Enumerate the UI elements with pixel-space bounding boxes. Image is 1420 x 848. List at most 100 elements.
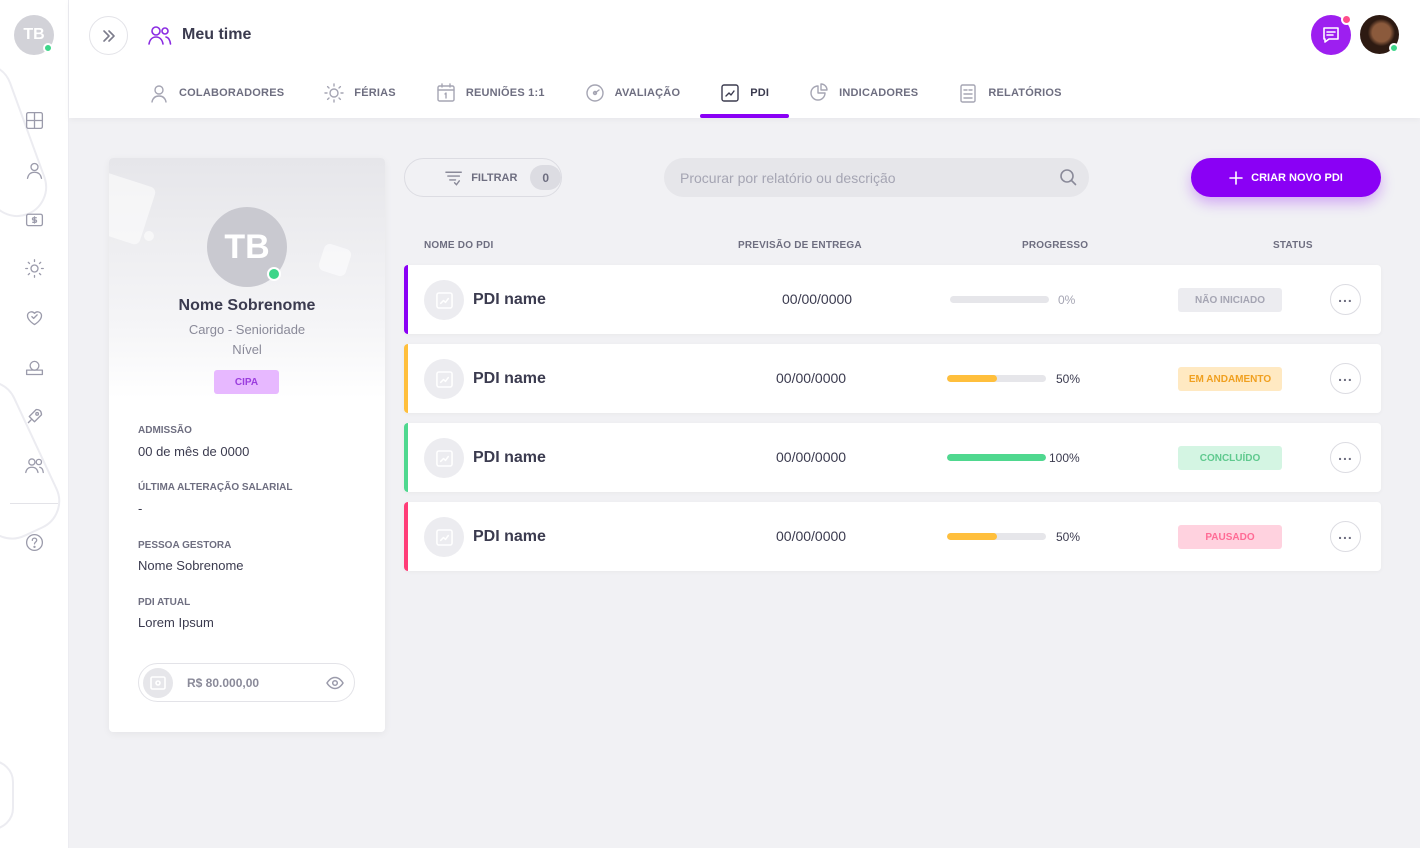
chat-icon bbox=[1323, 27, 1339, 43]
pdi-name: PDI name bbox=[473, 528, 546, 545]
tab-relatorios[interactable]: RELATÓRIOS bbox=[938, 72, 1081, 114]
current-pdi-value: Lorem Ipsum bbox=[138, 615, 214, 630]
wallet-icon[interactable] bbox=[22, 355, 46, 379]
tab-label: REUNIÕES 1:1 bbox=[465, 87, 545, 99]
row-accent-bar bbox=[404, 344, 408, 413]
tab-label: PDI bbox=[750, 87, 770, 99]
dashboard-icon[interactable] bbox=[22, 108, 46, 132]
rail-avatar-initials: TB bbox=[23, 26, 45, 43]
rocket-icon[interactable] bbox=[22, 404, 46, 428]
page-title-area: Meu time bbox=[148, 24, 251, 46]
column-header-name: NOME DO PDI bbox=[424, 240, 494, 251]
search-input[interactable] bbox=[664, 158, 1089, 197]
chart-icon bbox=[424, 280, 464, 320]
create-pdi-label: CRIAR NOVO PDI bbox=[1251, 171, 1343, 184]
team-icon[interactable] bbox=[22, 453, 46, 477]
profile-name: Nome Sobrenome bbox=[178, 297, 316, 314]
progress-bar bbox=[947, 454, 1046, 461]
chart-icon bbox=[721, 84, 739, 102]
sun-icon bbox=[324, 83, 344, 103]
team-icon bbox=[148, 26, 172, 45]
online-status-dot bbox=[1389, 43, 1399, 53]
progress-fill bbox=[947, 454, 1046, 461]
progress-bar bbox=[950, 296, 1049, 303]
tab-avaliacao[interactable]: AVALIAÇÃO bbox=[565, 72, 701, 114]
chart-icon bbox=[424, 438, 464, 478]
more-options-button[interactable]: ... bbox=[1330, 521, 1361, 552]
decoration bbox=[142, 229, 156, 243]
report-icon bbox=[960, 84, 977, 103]
cipa-badge: CIPA bbox=[214, 370, 279, 394]
salary-value: R$ 80.000,00 bbox=[187, 675, 260, 690]
plus-icon bbox=[1229, 170, 1243, 185]
profile-role: Cargo - Senioridade bbox=[188, 322, 306, 337]
money-icon bbox=[143, 667, 173, 698]
tab-pdi[interactable]: PDI bbox=[700, 72, 790, 118]
progress-percent: 100% bbox=[1049, 451, 1080, 465]
filter-button[interactable]: FILTRAR 0 bbox=[404, 158, 562, 197]
rail-decoration bbox=[0, 760, 14, 830]
tab-label: FÉRIAS bbox=[354, 87, 396, 99]
top-header: Meu time COLABORADORES FÉRIAS REUNIÕES 1… bbox=[69, 0, 1420, 118]
money-icon[interactable] bbox=[22, 207, 46, 231]
row-accent-bar bbox=[404, 502, 408, 571]
create-pdi-button[interactable]: CRIAR NOVO PDI bbox=[1191, 158, 1381, 197]
column-header-status: STATUS bbox=[1273, 240, 1313, 251]
delivery-date: 00/00/0000 bbox=[782, 291, 853, 307]
salary-change-value: - bbox=[138, 501, 143, 516]
more-options-button[interactable]: ... bbox=[1330, 442, 1361, 473]
current-pdi-label: PDI ATUAL bbox=[138, 597, 191, 608]
table-row[interactable]: PDI name 00/00/0000 50% PAUSADO ... bbox=[404, 502, 1381, 571]
tab-label: INDICADORES bbox=[839, 87, 919, 99]
status-badge: EM ANDAMENTO bbox=[1178, 367, 1282, 391]
tab-reunioes[interactable]: REUNIÕES 1:1 bbox=[416, 72, 565, 114]
filter-count-badge: 0 bbox=[530, 165, 561, 190]
notification-badge bbox=[1341, 14, 1352, 25]
tab-ferias[interactable]: FÉRIAS bbox=[304, 72, 416, 114]
tab-colaboradores[interactable]: COLABORADORES bbox=[129, 72, 304, 114]
calendar-icon bbox=[437, 83, 455, 102]
tab-label: AVALIAÇÃO bbox=[614, 87, 681, 99]
delivery-date: 00/00/0000 bbox=[776, 528, 847, 544]
pdi-name: PDI name bbox=[473, 370, 546, 387]
filter-label: FILTRAR bbox=[471, 171, 518, 184]
online-status-dot bbox=[43, 43, 53, 53]
user-icon[interactable] bbox=[22, 158, 46, 182]
chevrons-right-icon bbox=[102, 29, 115, 42]
page-title: Meu time bbox=[182, 26, 252, 43]
sun-icon[interactable] bbox=[22, 256, 46, 280]
rail-divider bbox=[10, 503, 58, 504]
progress-percent: 50% bbox=[1056, 530, 1081, 544]
progress-fill bbox=[947, 533, 997, 540]
heart-icon[interactable] bbox=[22, 305, 46, 329]
pie-icon bbox=[810, 83, 828, 101]
more-options-button[interactable]: ... bbox=[1330, 363, 1361, 394]
progress-percent: 50% bbox=[1056, 372, 1081, 386]
status-badge: PAUSADO bbox=[1178, 525, 1282, 549]
salary-field: R$ 80.000,00 bbox=[138, 663, 355, 702]
salary-change-label: ÚLTIMA ALTERAÇÃO SALARIAL bbox=[138, 482, 293, 493]
help-icon[interactable] bbox=[22, 530, 46, 554]
chart-icon bbox=[424, 517, 464, 557]
status-badge: NÃO INICIADO bbox=[1178, 288, 1282, 312]
row-accent-bar bbox=[404, 265, 408, 334]
manager-value: Nome Sobrenome bbox=[138, 558, 244, 573]
table-row[interactable]: PDI name 00/00/0000 50% EM ANDAMENTO ... bbox=[404, 344, 1381, 413]
profile-level: Nível bbox=[232, 342, 262, 357]
table-row[interactable]: PDI name 00/00/0000 0% NÃO INICIADO ... bbox=[404, 265, 1381, 334]
user-icon bbox=[151, 85, 167, 103]
table-row[interactable]: PDI name 00/00/0000 100% CONCLUÍDO ... bbox=[404, 423, 1381, 492]
tab-indicadores[interactable]: INDICADORES bbox=[789, 72, 938, 114]
expand-sidebar-button[interactable] bbox=[89, 16, 128, 55]
chart-icon bbox=[424, 359, 464, 399]
more-options-button[interactable]: ... bbox=[1330, 284, 1361, 315]
search-icon[interactable] bbox=[1059, 168, 1079, 188]
admission-label: ADMISSÃO bbox=[138, 425, 192, 436]
row-accent-bar bbox=[404, 423, 408, 492]
status-badge: CONCLUÍDO bbox=[1178, 446, 1282, 470]
delivery-date: 00/00/0000 bbox=[776, 449, 847, 465]
tab-label: COLABORADORES bbox=[179, 87, 285, 99]
online-status-dot bbox=[267, 267, 281, 281]
progress-bar bbox=[947, 533, 1046, 540]
eye-icon[interactable] bbox=[326, 674, 344, 692]
